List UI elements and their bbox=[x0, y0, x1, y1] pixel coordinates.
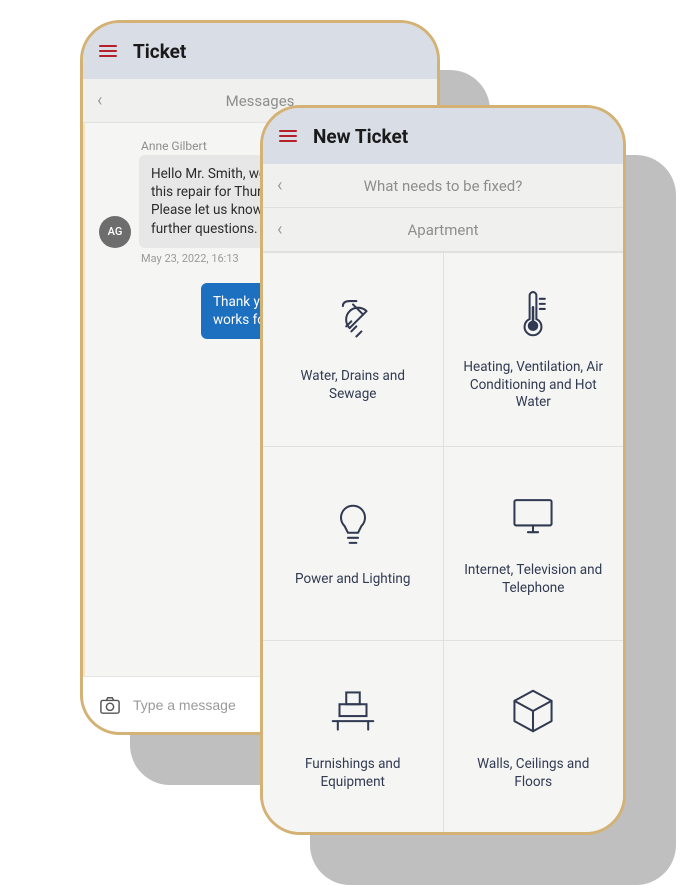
back-icon[interactable]: ‹ bbox=[97, 90, 121, 111]
shower-icon bbox=[326, 296, 380, 368]
subheader-label: Apartment bbox=[301, 221, 609, 239]
subheader-location: ‹ Apartment bbox=[263, 208, 623, 252]
header-title: New Ticket bbox=[313, 125, 408, 148]
category-water-drains-sewage[interactable]: Water, Drains and Sewage bbox=[263, 253, 443, 446]
category-label: Internet, Television and Telephone bbox=[458, 562, 610, 597]
app-header: New Ticket bbox=[263, 108, 623, 164]
category-label: Water, Drains and Sewage bbox=[277, 368, 429, 403]
phone-new-ticket: New Ticket ‹ What needs to be fixed? ‹ A… bbox=[260, 105, 626, 835]
header-title: Ticket bbox=[133, 40, 186, 63]
camera-icon[interactable] bbox=[99, 695, 121, 715]
cube-icon bbox=[506, 684, 560, 756]
category-label: Power and Lighting bbox=[295, 571, 410, 589]
monitor-icon bbox=[506, 490, 560, 562]
avatar[interactable]: AG bbox=[99, 216, 131, 248]
category-power-lighting[interactable]: Power and Lighting bbox=[263, 447, 443, 640]
category-label: Furnishings and Equipment bbox=[277, 756, 429, 791]
category-label: Walls, Ceilings and Floors bbox=[458, 756, 610, 791]
subheader-label: What needs to be fixed? bbox=[301, 177, 609, 195]
back-icon[interactable]: ‹ bbox=[277, 175, 301, 196]
category-furnishings-equipment[interactable]: Furnishings and Equipment bbox=[263, 641, 443, 834]
hamburger-menu-icon[interactable] bbox=[279, 130, 297, 142]
category-grid: Water, Drains and Sewage Heating, Ventil… bbox=[263, 252, 623, 834]
back-icon[interactable]: ‹ bbox=[277, 219, 301, 240]
thermometer-icon bbox=[506, 287, 560, 359]
lightbulb-icon bbox=[326, 499, 380, 571]
category-label: Heating, Ventilation, Air Conditioning a… bbox=[458, 359, 610, 412]
category-heating-ventilation[interactable]: Heating, Ventilation, Air Conditioning a… bbox=[444, 253, 624, 446]
subheader-question: ‹ What needs to be fixed? bbox=[263, 164, 623, 208]
category-walls-ceilings-floors[interactable]: Walls, Ceilings and Floors bbox=[444, 641, 624, 834]
app-header: Ticket bbox=[83, 23, 437, 79]
hamburger-menu-icon[interactable] bbox=[99, 45, 117, 57]
furniture-icon bbox=[326, 684, 380, 756]
category-internet-tv-phone[interactable]: Internet, Television and Telephone bbox=[444, 447, 624, 640]
